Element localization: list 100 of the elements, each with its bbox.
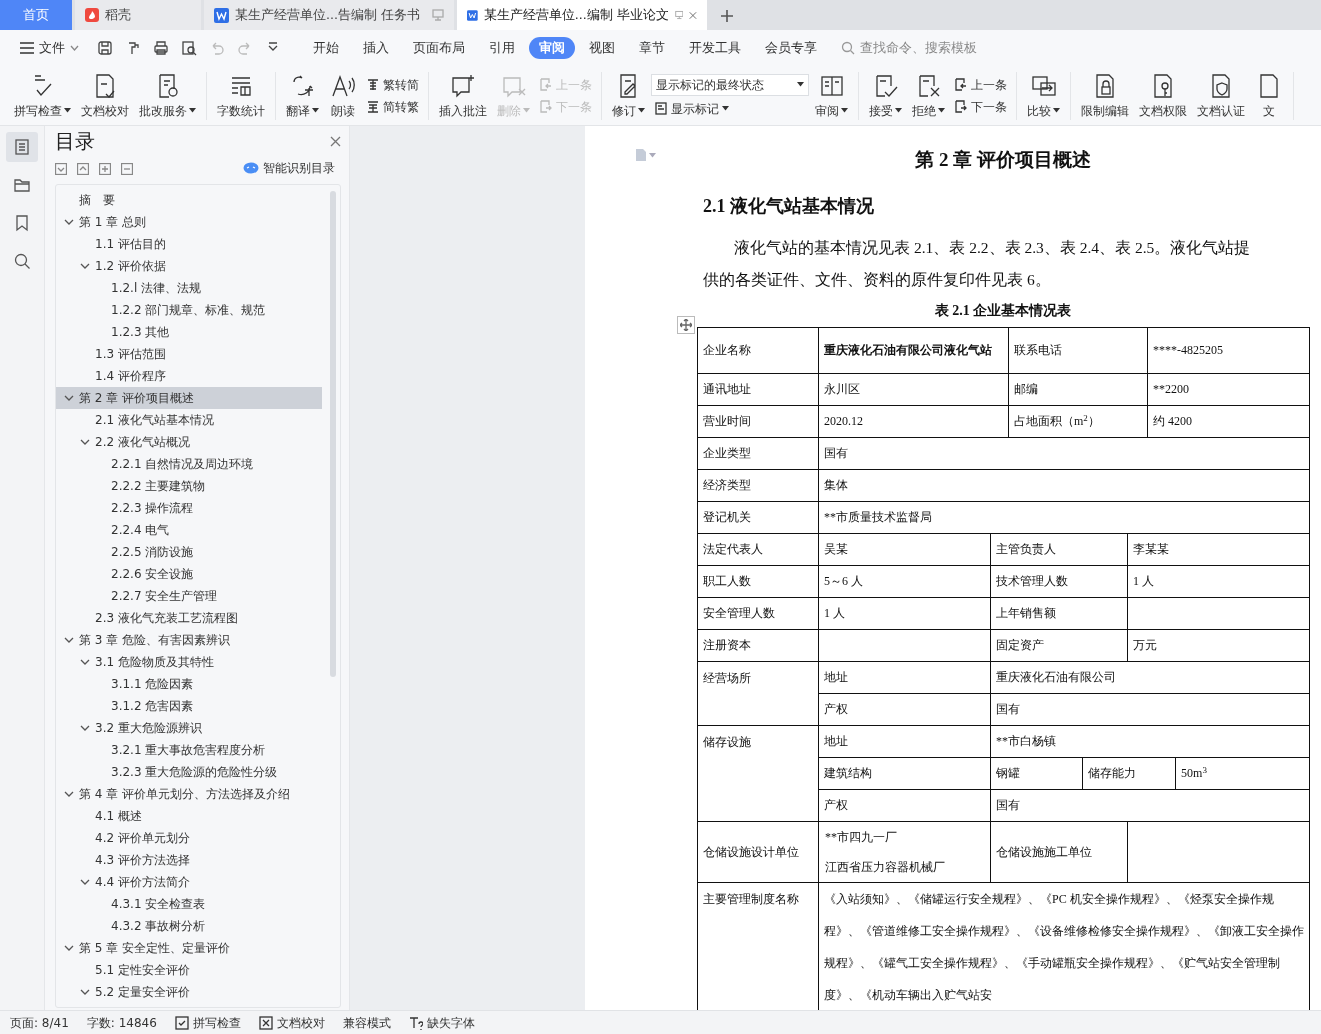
toc-item[interactable]: 1.1 评估目的: [56, 233, 322, 255]
table-caption: 表 2.1 企业基本情况表: [933, 301, 1073, 320]
toc-item[interactable]: 1.3 评估范围: [56, 343, 322, 365]
toc-item[interactable]: 1.2 评价依据: [56, 255, 322, 277]
menu-tab[interactable]: 视图: [579, 36, 625, 60]
table-move-handle[interactable]: [677, 316, 695, 334]
toc-item[interactable]: 1.2.2 部门规章、标准、规范: [56, 299, 322, 321]
next-icon: [954, 99, 968, 114]
toc-item[interactable]: 摘 要: [56, 189, 322, 211]
ribbon-button[interactable]: 下一条: [951, 97, 1010, 116]
ribbon-button[interactable]: 文档校对: [77, 71, 133, 120]
ribbon-button[interactable]: 繁转简: [363, 75, 422, 94]
table-cell: 国有: [990, 693, 1310, 725]
menu-tab[interactable]: 章节: [629, 36, 675, 60]
ribbon-button[interactable]: 审阅: [811, 71, 852, 120]
table-cell: 经营场所: [697, 661, 819, 725]
section-heading: 2.1 液化气站基本情况: [703, 194, 875, 218]
toc-item[interactable]: 3.2.3 重大危险源的危险性分级: [56, 761, 322, 783]
close-icon[interactable]: [689, 9, 697, 21]
ribbon-button[interactable]: 翻译: [282, 71, 323, 120]
tab[interactable]: 某生产经营单位...告编制 任务书: [204, 0, 454, 30]
markup-state-dropdown[interactable]: 显示标记的最终状态: [651, 73, 809, 96]
menu-tab[interactable]: 插入: [353, 36, 399, 60]
file-menu-button[interactable]: 文件: [10, 36, 89, 60]
menu-tab[interactable]: 开发工具: [679, 36, 751, 60]
tab[interactable]: 稻壳: [75, 0, 201, 30]
toc-item[interactable]: 第 2 章 评价项目概述: [56, 387, 322, 409]
caret-icon: [523, 108, 530, 113]
body-paragraph: 液化气站的基本情况见表 2.1、表 2.2、表 2.3、表 2.4、表 2.5。液化气站提供的各类证件、文件、资料的原件复印件见表 6。: [703, 237, 1252, 290]
toc-item[interactable]: 4.3.1 安全检查表: [56, 893, 322, 915]
toc-item[interactable]: 2.2.5 消防设施: [56, 541, 322, 563]
table-cell: 建筑结构: [818, 757, 991, 789]
ribbon-button[interactable]: 文: [1251, 71, 1287, 120]
table-cell: 李某某: [1127, 533, 1310, 565]
toc-item[interactable]: 2.2.1 自然情况及周边环境: [56, 453, 322, 475]
collapse-down-icon: [55, 162, 67, 175]
ribbon-button[interactable]: 拼写检查: [10, 71, 75, 120]
ribbon-button[interactable]: 字数统计: [213, 71, 269, 120]
menu-tab[interactable]: 会员专享: [755, 36, 827, 60]
table-cell: 产权: [818, 693, 991, 725]
ribbon-button[interactable]: 朗读: [325, 71, 361, 120]
toc-item[interactable]: 2.1 液化气站基本情况: [56, 409, 322, 431]
table-cell: 5～6 人: [818, 565, 991, 597]
status-button[interactable]: 文档校对: [258, 1013, 325, 1032]
ribbon-button[interactable]: 简转繁: [363, 97, 422, 116]
toc-item[interactable]: 4.3.2 事故树分析: [56, 915, 322, 937]
status-button[interactable]: 缺失字体: [408, 1013, 475, 1032]
ribbon-button[interactable]: 插入批注: [435, 71, 491, 120]
next-icon: [539, 99, 553, 114]
ribbon-button[interactable]: 文档权限: [1135, 71, 1191, 120]
flame-logo-icon: [85, 8, 99, 22]
ribbon-button[interactable]: 比较: [1023, 71, 1064, 120]
toc-item[interactable]: 第 5 章 安全定性、定量评价: [56, 937, 322, 959]
document-x-icon: [258, 1015, 273, 1030]
ribbon-button[interactable]: 上一条: [951, 75, 1010, 94]
toc-item[interactable]: 1.2.l 法律、法规: [56, 277, 322, 299]
menu-tab[interactable]: 引用: [479, 36, 525, 60]
ribbon-button[interactable]: 批改服务: [135, 71, 200, 120]
search-field[interactable]: 查找命令、搜索模板: [841, 37, 998, 59]
scrollbar[interactable]: [330, 191, 336, 677]
toc-item[interactable]: 5.2 定量安全评价: [56, 981, 322, 1003]
status-button[interactable]: 拼写检查: [174, 1013, 241, 1032]
search-icon: [841, 41, 855, 55]
toc-item[interactable]: 5.1 定性安全评价: [56, 959, 322, 981]
toc-item[interactable]: 3.1.1 危险因素: [56, 673, 322, 695]
menu-tab[interactable]: 开始: [303, 36, 349, 60]
toc-panel-button[interactable]: [6, 132, 38, 162]
toc-item[interactable]: 4.2 评价单元划分: [56, 827, 322, 849]
ribbon-button[interactable]: 文档认证: [1193, 71, 1249, 120]
toc-item[interactable]: 第 3 章 危险、有害因素辨识: [56, 629, 322, 651]
toc-item[interactable]: 4.3 评价方法选择: [56, 849, 322, 871]
smart-toc-button[interactable]: 智能识别目录: [237, 158, 341, 178]
toc-item[interactable]: 2.2 液化气站概况: [56, 431, 322, 453]
ribbon-button[interactable]: 拒绝: [908, 71, 949, 120]
toc-item[interactable]: 3.2 重大危险源辨识: [56, 717, 322, 739]
ribbon-button[interactable]: 修订: [608, 71, 649, 120]
tab[interactable]: 某生产经营单位...编制 毕业论文: [457, 0, 707, 30]
toc-item[interactable]: 2.3 液化气充装工艺流程图: [56, 607, 322, 629]
table-cell: 国有: [990, 789, 1310, 821]
toc-item[interactable]: 3.1.2 危害因素: [56, 695, 322, 717]
toc-item[interactable]: 第 1 章 总则: [56, 211, 322, 233]
toc-item[interactable]: 2.2.3 操作流程: [56, 497, 322, 519]
table-cell: 安全管理人数: [697, 597, 819, 629]
toc-item[interactable]: 2.2.6 安全设施: [56, 563, 322, 585]
ribbon-button[interactable]: 限制编辑: [1077, 71, 1133, 120]
table-cell: 职工人数: [697, 565, 819, 597]
toc-item[interactable]: 1.2.3 其他: [56, 321, 322, 343]
menu-tab[interactable]: 页面布局: [403, 36, 475, 60]
toc-item[interactable]: 3.1 危险物质及其特性: [56, 651, 322, 673]
ribbon-button[interactable]: 显示标记: [651, 99, 809, 118]
toc-item[interactable]: 2.2.4 电气: [56, 519, 322, 541]
table-cell: 联系电话: [1008, 327, 1148, 373]
toc-item[interactable]: 1.4 评价程序: [56, 365, 322, 387]
toc-item[interactable]: 4.4 评价方法简介: [56, 871, 322, 893]
ribbon-button[interactable]: 接受: [865, 71, 906, 120]
toc-item[interactable]: 2.2.2 主要建筑物: [56, 475, 322, 497]
toc-item[interactable]: 3.2.1 重大事故危害程度分析: [56, 739, 322, 761]
toc-item[interactable]: 2.2.7 安全生产管理: [56, 585, 322, 607]
toc-item[interactable]: 第 4 章 评价单元划分、方法选择及介绍: [56, 783, 322, 805]
toc-item[interactable]: 4.1 概述: [56, 805, 322, 827]
